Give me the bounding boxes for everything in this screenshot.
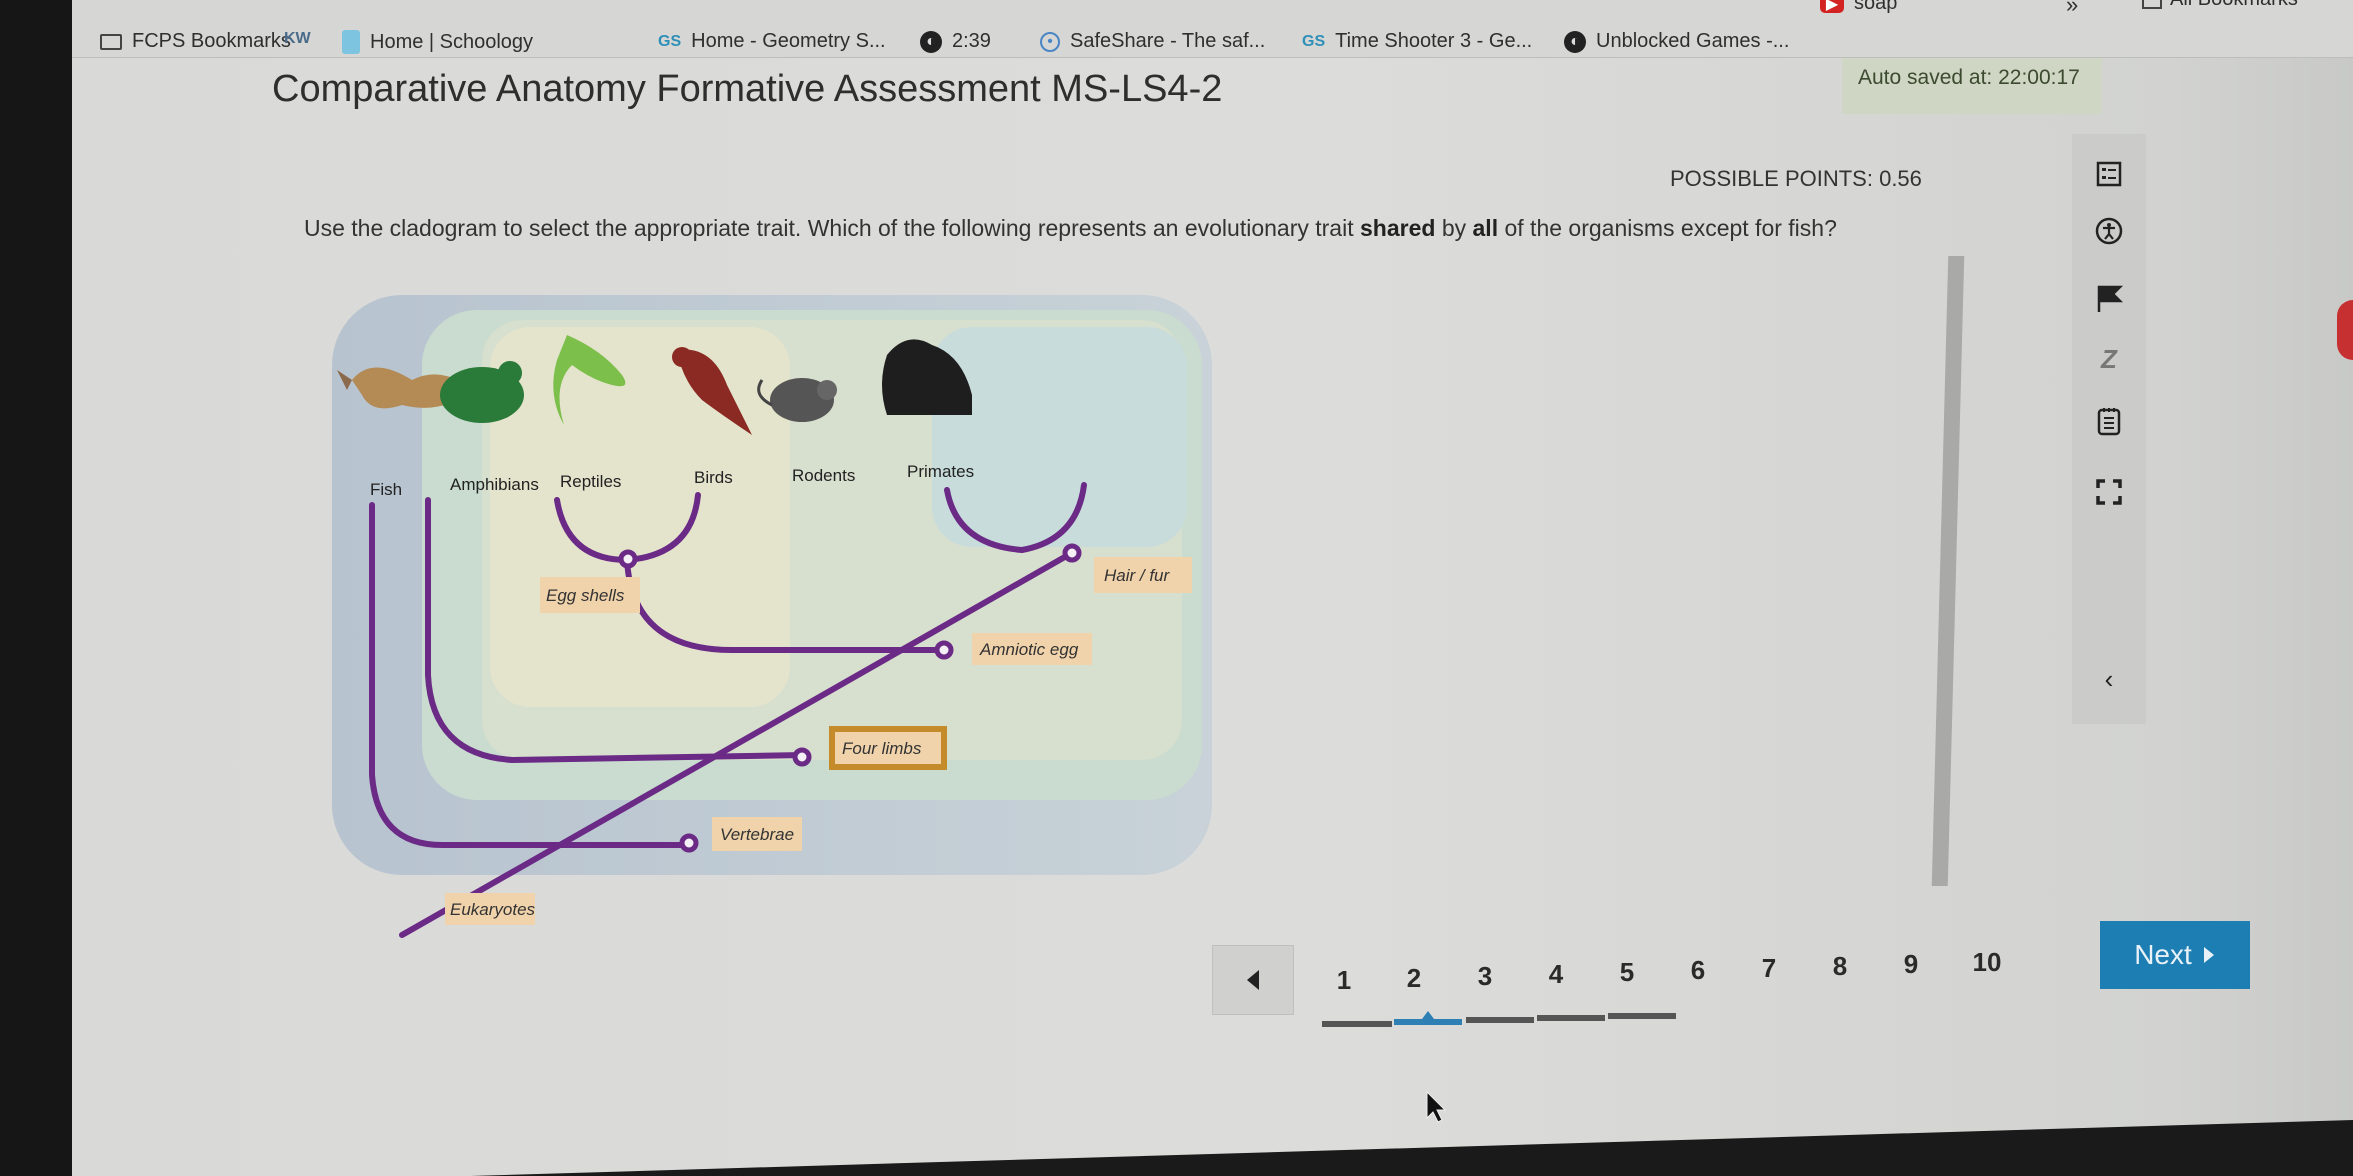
label-birds: Birds — [694, 468, 733, 487]
accessibility-button[interactable] — [2072, 206, 2146, 256]
bookmark-schoology[interactable]: Home | Schoology — [342, 30, 533, 54]
autosave-status: Auto saved at: 22:00:17 — [1842, 58, 2102, 114]
progress-bar-page-2-current — [1394, 1011, 1462, 1025]
bookmark-fcps[interactable]: FCPS Bookmarks — [100, 30, 291, 53]
progress-bar-page-1 — [1322, 1021, 1392, 1027]
mouse-cursor-icon — [1426, 1090, 1447, 1123]
app-icon: KW — [284, 30, 311, 47]
page-7[interactable]: 7 — [1749, 953, 1789, 984]
page-10[interactable]: 10 — [1967, 947, 2007, 978]
page-9[interactable]: 9 — [1891, 949, 1931, 980]
floating-widget-edge[interactable] — [2337, 300, 2353, 360]
trait-amniotic-egg: Amniotic egg — [979, 640, 1079, 659]
bookmark-app[interactable]: KW — [284, 30, 311, 48]
page-6[interactable]: 6 — [1678, 955, 1718, 986]
folder-icon — [2142, 0, 2162, 9]
trait-eukaryotes: Eukaryotes — [450, 900, 536, 919]
node-amniotic-egg — [934, 640, 954, 660]
gs-icon: GS — [658, 32, 682, 50]
notepad-icon — [2097, 408, 2121, 436]
question-text: Use the cladogram to select the appropri… — [304, 215, 1837, 241]
possible-points: POSSIBLE POINTS: 0.56 — [1670, 166, 1922, 191]
triangle-right-icon — [2203, 947, 2214, 963]
youtube-icon: ▶ — [1820, 0, 1844, 13]
page-8[interactable]: 8 — [1820, 951, 1860, 982]
node-egg-shells — [618, 549, 638, 569]
bookmark-soap[interactable]: ▶ soap — [1820, 0, 1897, 15]
page-4[interactable]: 4 — [1536, 959, 1576, 990]
all-bookmarks[interactable]: All Bookmarks — [2142, 0, 2298, 11]
bookmark-239[interactable]: ◐ 2:39 — [920, 30, 991, 53]
bookmark-safeshare[interactable]: • SafeShare - The saf... — [1040, 30, 1265, 53]
node-hair-fur — [1062, 543, 1082, 563]
progress-bar-page-5 — [1608, 1013, 1676, 1019]
list-icon — [2096, 161, 2122, 187]
trait-egg-shells: Egg shells — [546, 586, 625, 605]
label-fish: Fish — [370, 480, 402, 499]
bookmarks-bar: FCPS Bookmarks KW Home | Schoology GS Ho… — [72, 0, 2353, 58]
fullscreen-button[interactable] — [2072, 467, 2146, 517]
eliminator-icon: Z — [2101, 343, 2117, 374]
safeshare-icon: • — [1040, 31, 1060, 52]
bookmarks-overflow[interactable]: » — [2066, 0, 2078, 18]
page-5[interactable]: 5 — [1607, 957, 1647, 988]
trait-hair-fur: Hair / fur — [1104, 566, 1171, 585]
flag-button[interactable] — [2072, 274, 2146, 324]
bookmark-time-shooter[interactable]: GS Time Shooter 3 - Ge... — [1302, 30, 1532, 53]
question-navigation: 1 2 3 4 5 6 7 8 9 10 Next — [1212, 921, 2262, 1035]
globe-icon: ◐ — [1564, 30, 1586, 53]
page-1[interactable]: 1 — [1324, 965, 1364, 996]
label-primates: Primates — [907, 462, 974, 481]
cladogram: Fish Amphibians Reptiles Birds Rodents P… — [332, 295, 1212, 938]
folder-icon — [100, 33, 122, 50]
next-button[interactable]: Next — [2100, 921, 2250, 989]
gs-icon: GS — [1302, 32, 1326, 50]
content-scrollbar[interactable] — [1931, 256, 1965, 886]
tools-sidebar: Z ‹ — [2072, 134, 2146, 724]
progress-bar-page-3 — [1466, 1017, 1534, 1023]
page-3[interactable]: 3 — [1465, 961, 1505, 992]
bookmark-unblocked-games[interactable]: ◐ Unblocked Games -... — [1564, 30, 1789, 53]
page-2[interactable]: 2 — [1394, 963, 1434, 994]
fullscreen-icon — [2096, 479, 2122, 505]
label-reptiles: Reptiles — [560, 472, 621, 491]
chevron-left-icon: ‹ — [2104, 663, 2114, 694]
globe-icon: ◐ — [920, 30, 942, 53]
clade-mammals — [932, 327, 1187, 547]
trait-four-limbs: Four limbs — [842, 739, 922, 758]
schoology-icon — [342, 30, 360, 54]
flag-icon — [2097, 285, 2124, 312]
collapse-toolbar-button[interactable]: ‹ — [2072, 654, 2146, 704]
trait-vertebrae: Vertebrae — [720, 825, 794, 844]
progress-bar-page-4 — [1537, 1015, 1605, 1021]
page-title: Comparative Anatomy Formative Assessment… — [272, 68, 1223, 110]
accessibility-icon — [2095, 217, 2123, 245]
previous-button[interactable] — [1212, 945, 1294, 1015]
triangle-left-icon — [1247, 970, 1259, 990]
node-vertebrae — [679, 833, 699, 853]
label-rodents: Rodents — [792, 466, 855, 485]
screen: FCPS Bookmarks KW Home | Schoology GS Ho… — [72, 0, 2353, 1176]
bookmark-geometry[interactable]: GS Home - Geometry S... — [658, 30, 886, 53]
monitor-bezel — [0, 0, 72, 1176]
item-overview-button[interactable] — [2072, 149, 2146, 199]
label-amphibians: Amphibians — [450, 475, 539, 494]
answer-eliminator-button[interactable]: Z — [2072, 334, 2146, 384]
notepad-button[interactable] — [2072, 396, 2146, 446]
node-four-limbs — [792, 747, 812, 767]
